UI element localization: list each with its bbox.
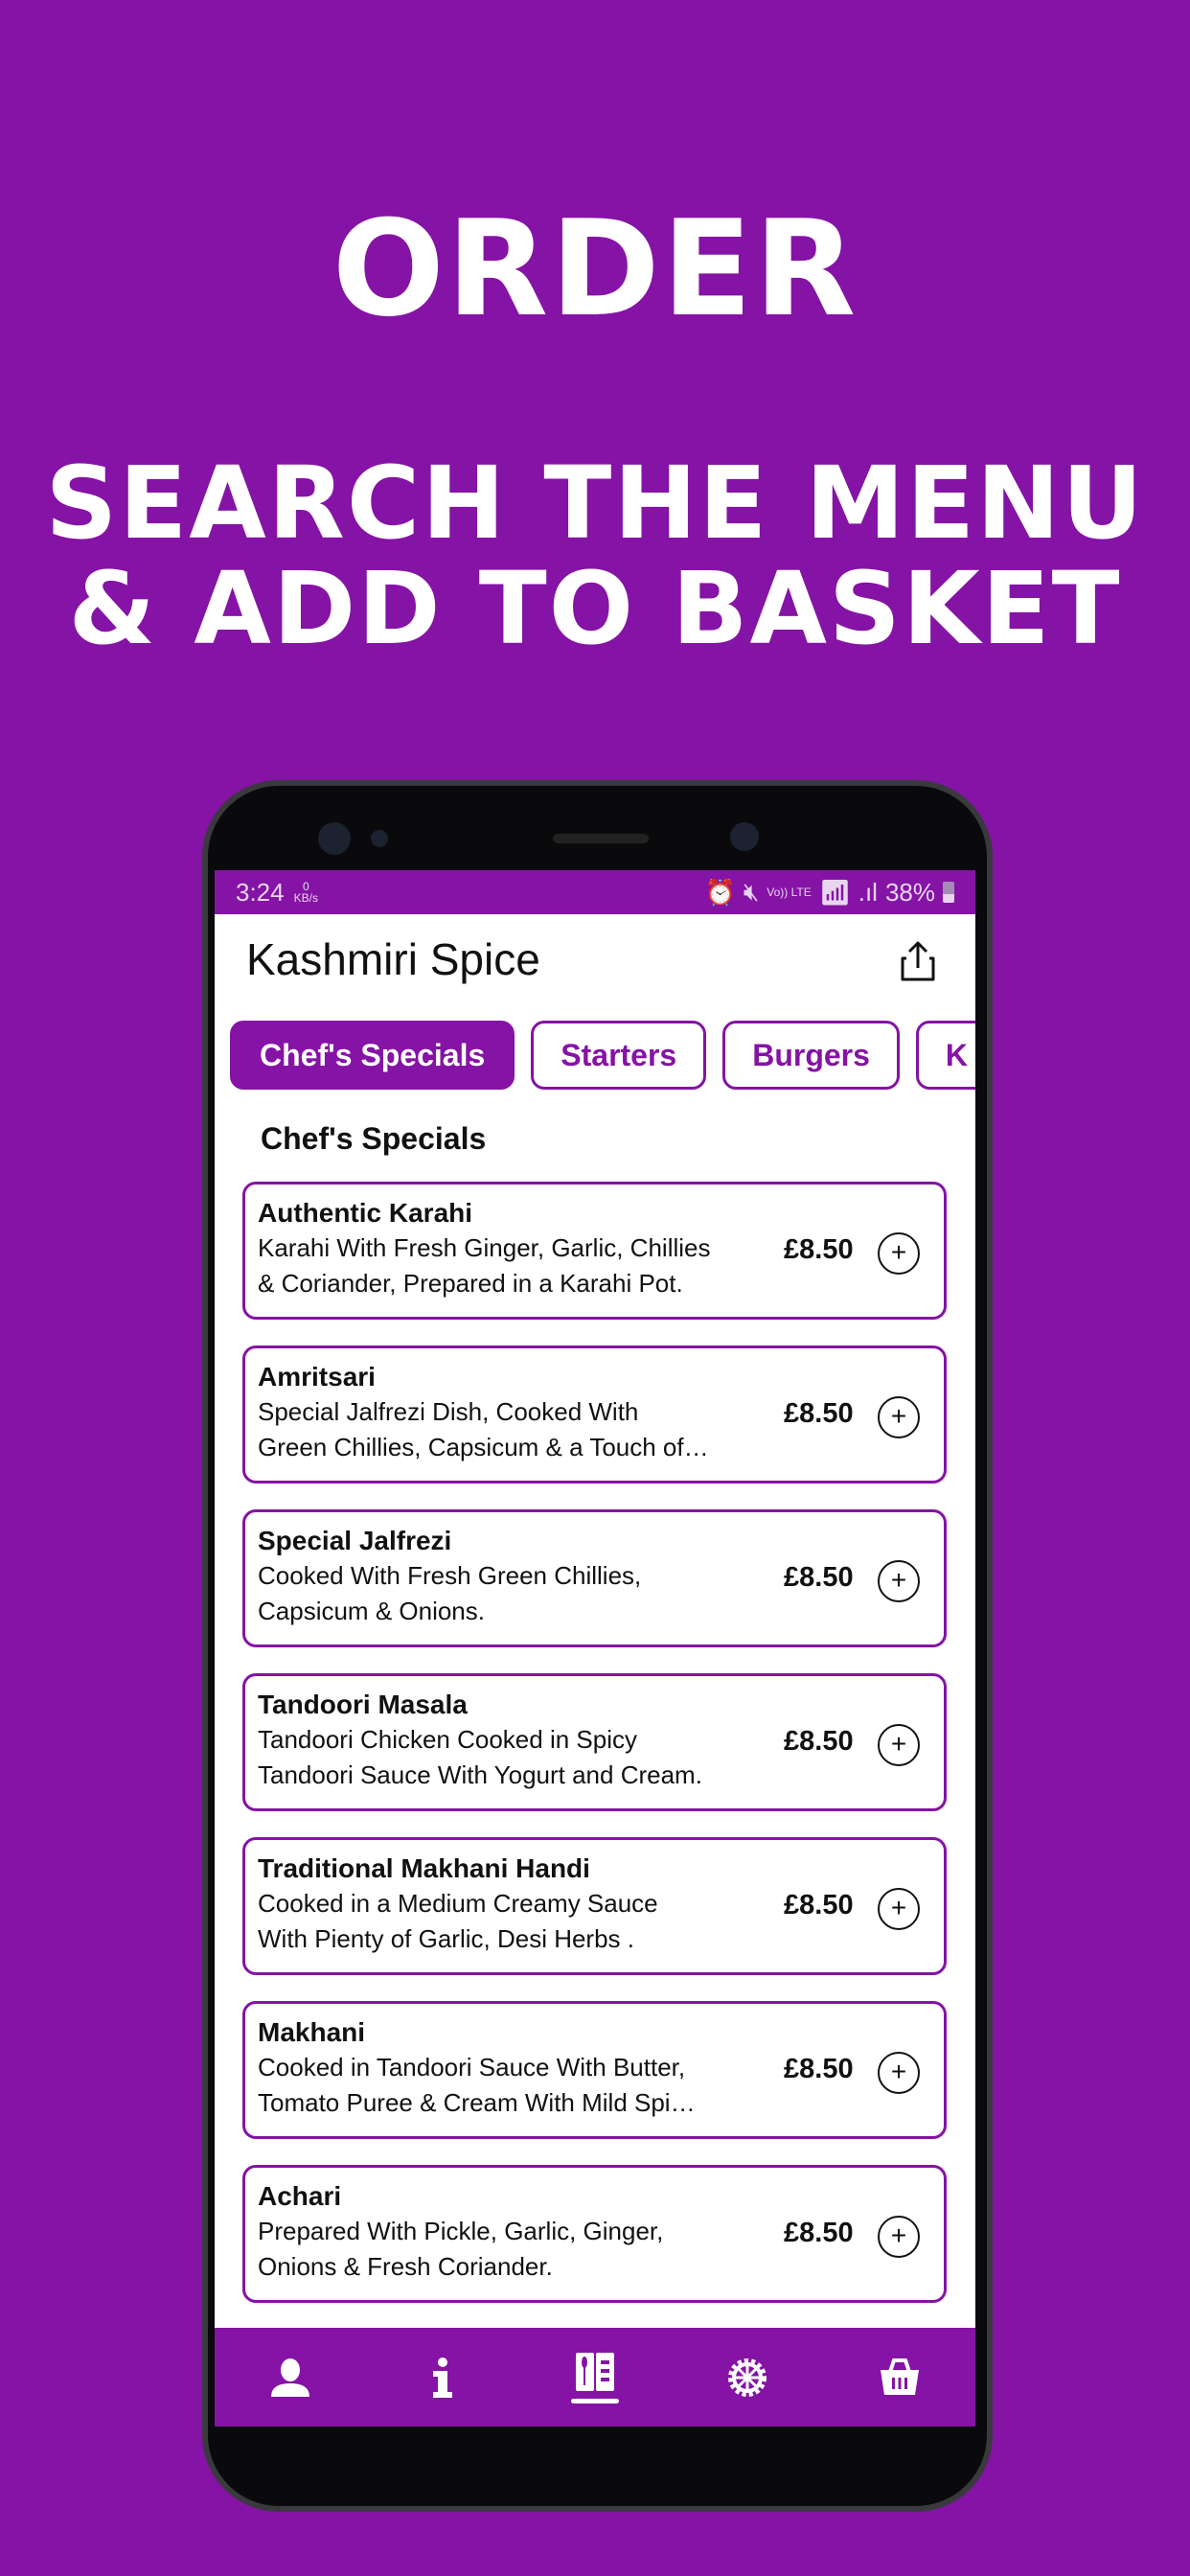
battery-level: 38% [884, 877, 935, 907]
settings-icon [727, 2358, 767, 2397]
hero-title: ORDER [332, 192, 858, 346]
app-header: Kashmiri Spice [215, 914, 975, 1010]
speed-unit: KB/s [293, 891, 318, 905]
item-description-line2: Tomato Puree & Cream With Mild Spi… [258, 2088, 696, 2117]
item-description-line2: & Coriander, Prepared in a Karahi Pot. [258, 1269, 683, 1298]
tab-starters[interactable]: Starters [531, 1021, 707, 1090]
network-speed: 0 KB/s [294, 881, 318, 904]
item-description-line2: Capsicum & Onions. [258, 1597, 485, 1625]
hero-subtitle: SEARCH THE MENU & ADD TO BASKET [0, 450, 1190, 661]
item-description-line2: Onions & Fresh Coriander. [258, 2252, 553, 2281]
section-title: Chef's Specials [261, 1121, 487, 1156]
item-price: £8.50 [784, 2054, 854, 2084]
status-bar: 3:24 0 KB/s ⏰ 🔇︎ Vo)) LTE 📶︎ .ıl 38% [215, 870, 975, 914]
nav-account[interactable] [262, 2344, 319, 2411]
hero-subtitle-line2: & ADD TO BASKET [68, 550, 1122, 667]
item-description-line1: Cooked in a Medium Creamy Sauce [258, 1889, 658, 1918]
tab-next-category[interactable]: K [915, 1021, 975, 1090]
tab-burgers[interactable]: Burgers [722, 1021, 900, 1090]
item-description-line1: Tandoori Chicken Cooked in Spicy [258, 1725, 637, 1754]
menu-item-card[interactable]: Special Jalfrezi Cooked With Fresh Green… [242, 1509, 947, 1647]
item-price: £8.50 [784, 1398, 854, 1429]
app-screen: 3:24 0 KB/s ⏰ 🔇︎ Vo)) LTE 📶︎ .ıl 38% Kash… [215, 870, 975, 2426]
item-name: Achari [258, 2181, 342, 2211]
item-description-line1: Karahi With Fresh Ginger, Garlic, Chilli… [258, 1233, 711, 1262]
status-time: 3:24 [236, 877, 285, 907]
sensor-icon [371, 830, 388, 847]
item-price: £8.50 [784, 1726, 854, 1757]
front-camera-icon [730, 822, 759, 851]
add-to-basket-button[interactable]: + [878, 2216, 920, 2258]
menu-icon [575, 2353, 614, 2391]
restaurant-title: Kashmiri Spice [246, 934, 540, 984]
battery-icon [943, 882, 954, 903]
menu-item-card[interactable]: Traditional Makhani Handi Cooked in a Me… [242, 1837, 947, 1975]
share-icon[interactable] [899, 939, 937, 983]
user-icon [271, 2358, 310, 2397]
item-description: Tandoori Chicken Cooked in Spicy Tandoori… [258, 1722, 775, 1793]
item-price: £8.50 [784, 1890, 854, 1920]
item-description-line1: Cooked in Tandoori Sauce With Butter, [258, 2053, 686, 2082]
item-description-line1: Prepared With Pickle, Garlic, Ginger, [258, 2217, 664, 2245]
category-tabs: Chef's Specials Starters Burgers K [230, 1021, 975, 1090]
item-description-line2: With Pienty of Garlic, Desi Herbs . [258, 1924, 634, 1953]
add-to-basket-button[interactable]: + [878, 1724, 920, 1766]
item-price: £8.50 [784, 2218, 854, 2248]
item-description-line2: Green Chillies, Capsicum & a Touch of… [258, 1433, 709, 1461]
camera-icon [318, 822, 351, 855]
item-price: £8.50 [784, 1562, 854, 1593]
active-indicator [570, 2399, 619, 2404]
add-to-basket-button[interactable]: + [878, 1560, 920, 1602]
item-description-line2: Tandoori Sauce With Yogurt and Cream. [258, 1760, 702, 1789]
menu-list: Authentic Karahi Karahi With Fresh Ginge… [242, 1182, 947, 2329]
item-description: Cooked With Fresh Green Chillies, Capsicu… [258, 1558, 775, 1629]
menu-item-card[interactable]: Amritsari Special Jalfrezi Dish, Cooked … [242, 1346, 947, 1484]
add-to-basket-button[interactable]: + [878, 1396, 920, 1438]
item-name: Special Jalfrezi [258, 1526, 452, 1555]
item-description: Cooked in a Medium Creamy Sauce With Pien… [258, 1886, 775, 1957]
bottom-nav [215, 2328, 975, 2426]
item-description-line1: Special Jalfrezi Dish, Cooked With [258, 1397, 639, 1426]
add-to-basket-button[interactable]: + [878, 1888, 920, 1930]
item-description: Cooked in Tandoori Sauce With Butter, Tom… [258, 2050, 775, 2121]
basket-icon [880, 2358, 919, 2395]
tab-chefs-specials[interactable]: Chef's Specials [230, 1021, 515, 1090]
menu-item-card[interactable]: Makhani Cooked in Tandoori Sauce With Bu… [242, 2001, 947, 2139]
item-description-line1: Cooked With Fresh Green Chillies, [258, 1561, 642, 1590]
info-icon [433, 2357, 453, 2398]
menu-item-card[interactable]: Authentic Karahi Karahi With Fresh Ginge… [242, 1182, 947, 1320]
mute-icon: 🔇︎ [743, 877, 760, 906]
hero-subtitle-line1: SEARCH THE MENU [45, 445, 1145, 562]
nav-menu[interactable] [566, 2344, 624, 2411]
menu-item-card[interactable]: Tandoori Masala Tandoori Chicken Cooked … [242, 1673, 947, 1811]
item-name: Makhani [258, 2017, 366, 2047]
nav-info[interactable] [414, 2344, 471, 2411]
item-description: Special Jalfrezi Dish, Cooked With Green … [258, 1394, 775, 1465]
nav-settings[interactable] [719, 2344, 776, 2411]
item-description: Karahi With Fresh Ginger, Garlic, Chilli… [258, 1230, 775, 1301]
alarm-icon: ⏰ [704, 877, 736, 907]
speaker-grille [553, 834, 649, 843]
item-name: Amritsari [258, 1362, 376, 1392]
volte-label: Vo)) LTE [767, 886, 812, 899]
item-name: Authentic Karahi [258, 1198, 473, 1228]
signal-icon: .ıl [858, 877, 878, 907]
item-price: £8.50 [784, 1234, 854, 1265]
item-name: Traditional Makhani Handi [258, 1853, 590, 1883]
item-name: Tandoori Masala [258, 1690, 468, 1719]
item-description: Prepared With Pickle, Garlic, Ginger, Oni… [258, 2214, 775, 2285]
wifi-icon: 📶︎ [818, 877, 851, 907]
add-to-basket-button[interactable]: + [878, 2052, 920, 2094]
nav-basket[interactable] [871, 2344, 928, 2411]
menu-item-card[interactable]: Achari Prepared With Pickle, Garlic, Gin… [242, 2165, 947, 2303]
add-to-basket-button[interactable]: + [878, 1232, 920, 1275]
